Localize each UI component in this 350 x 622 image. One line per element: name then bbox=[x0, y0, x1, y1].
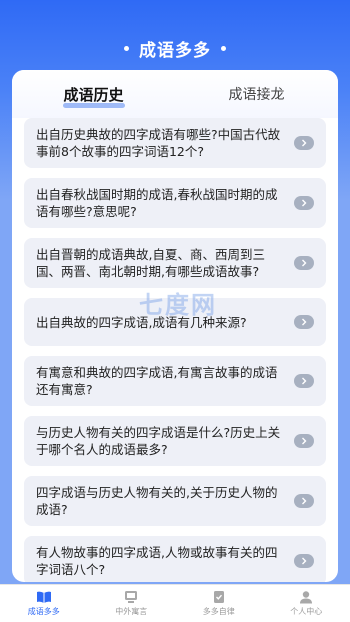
nav-item-discipline-label: 多多自律 bbox=[202, 607, 235, 616]
nav-item-profile-label: 个人中心 bbox=[290, 607, 323, 616]
nav-item-idioms-label: 成语多多 bbox=[27, 607, 60, 616]
nav-item-discipline[interactable]: 多多自律 bbox=[175, 585, 263, 622]
chevron-right-icon[interactable] bbox=[294, 315, 314, 329]
chevron-right-icon[interactable] bbox=[294, 554, 314, 568]
question-list: 出自历史典故的四字成语有哪些?中国古代故事前8个故事的四字词语12个? 出自春秋… bbox=[12, 118, 338, 582]
list-item-text: 四字成语与历史人物有关的,关于历史人物的成语? bbox=[36, 485, 278, 517]
tab-idiom-history[interactable]: 成语历史 bbox=[12, 84, 175, 108]
nav-item-idioms[interactable]: 成语多多 bbox=[0, 585, 88, 622]
chevron-right-icon[interactable] bbox=[294, 494, 314, 508]
chevron-right-icon[interactable] bbox=[294, 256, 314, 270]
user-icon bbox=[300, 591, 313, 604]
list-item-text: 出自典故的四字成语,成语有几种来源? bbox=[36, 314, 247, 330]
main-panel: 成语历史 成语接龙 出自历史典故的四字成语有哪些?中国古代故事前8个故事的四字词… bbox=[12, 70, 338, 582]
nav-item-fables[interactable]: 中外寓言 bbox=[88, 585, 176, 622]
list-item-text: 出自晋朝的成语典故,自夏、商、西周到三国、两晋、南北朝时期,有哪些成语故事? bbox=[36, 247, 265, 279]
list-item[interactable]: 有寓意和典故的四字成语,有寓言故事的成语还有寓意? bbox=[24, 356, 326, 406]
list-item[interactable]: 出自典故的四字成语,成语有几种来源? bbox=[24, 298, 326, 346]
list-item[interactable]: 四字成语与历史人物有关的,关于历史人物的成语? bbox=[24, 476, 326, 526]
chevron-right-icon[interactable] bbox=[294, 196, 314, 210]
left-dot-icon bbox=[124, 45, 129, 51]
list-item[interactable]: 出自春秋战国时期的成语,春秋战国时期的成语有哪些?意思呢? bbox=[24, 178, 326, 228]
tab-idiom-chain[interactable]: 成语接龙 bbox=[175, 84, 338, 104]
list-item[interactable]: 出自晋朝的成语典故,自夏、商、西周到三国、两晋、南北朝时期,有哪些成语故事? bbox=[24, 238, 326, 288]
list-item[interactable]: 与历史人物有关的四字成语是什么?历史上关于哪个名人的成语最多? bbox=[24, 416, 326, 466]
tab-idiom-chain-label: 成语接龙 bbox=[228, 87, 285, 103]
header-title-text: 成语多多 bbox=[139, 40, 211, 61]
list-item-text: 与历史人物有关的四字成语是什么?历史上关于哪个名人的成语最多? bbox=[36, 425, 281, 457]
tab-bar: 成语历史 成语接龙 bbox=[12, 70, 338, 118]
nav-item-fables-label: 中外寓言 bbox=[115, 607, 148, 616]
monitor-icon bbox=[125, 591, 138, 603]
list-item[interactable]: 有人物故事的四字成语,人物或故事有关的四字词语八个? bbox=[24, 536, 326, 582]
page-title: 成语多多 bbox=[124, 36, 226, 61]
list-item-text: 有人物故事的四字成语,人物或故事有关的四字词语八个? bbox=[36, 545, 278, 577]
header: 成语多多 bbox=[0, 0, 350, 70]
tab-idiom-history-label: 成语历史 bbox=[63, 85, 124, 104]
nav-item-profile[interactable]: 个人中心 bbox=[263, 585, 350, 622]
list-item[interactable]: 出自历史典故的四字成语有哪些?中国古代故事前8个故事的四字词语12个? bbox=[24, 118, 326, 168]
chevron-right-icon[interactable] bbox=[294, 136, 314, 150]
chevron-right-icon[interactable] bbox=[294, 374, 314, 388]
list-item-text: 出自春秋战国时期的成语,春秋战国时期的成语有哪些?意思呢? bbox=[36, 187, 278, 219]
clipboard-icon bbox=[213, 591, 224, 603]
list-item-text: 有寓意和典故的四字成语,有寓言故事的成语还有寓意? bbox=[36, 365, 278, 397]
bottom-nav: 成语多多 中外寓言 多多自律 个人中心 bbox=[0, 584, 350, 622]
chevron-right-icon[interactable] bbox=[294, 434, 314, 448]
list-item-text: 出自历史典故的四字成语有哪些?中国古代故事前8个故事的四字词语12个? bbox=[36, 127, 281, 159]
book-icon bbox=[36, 591, 51, 603]
right-dot-icon bbox=[221, 45, 226, 51]
